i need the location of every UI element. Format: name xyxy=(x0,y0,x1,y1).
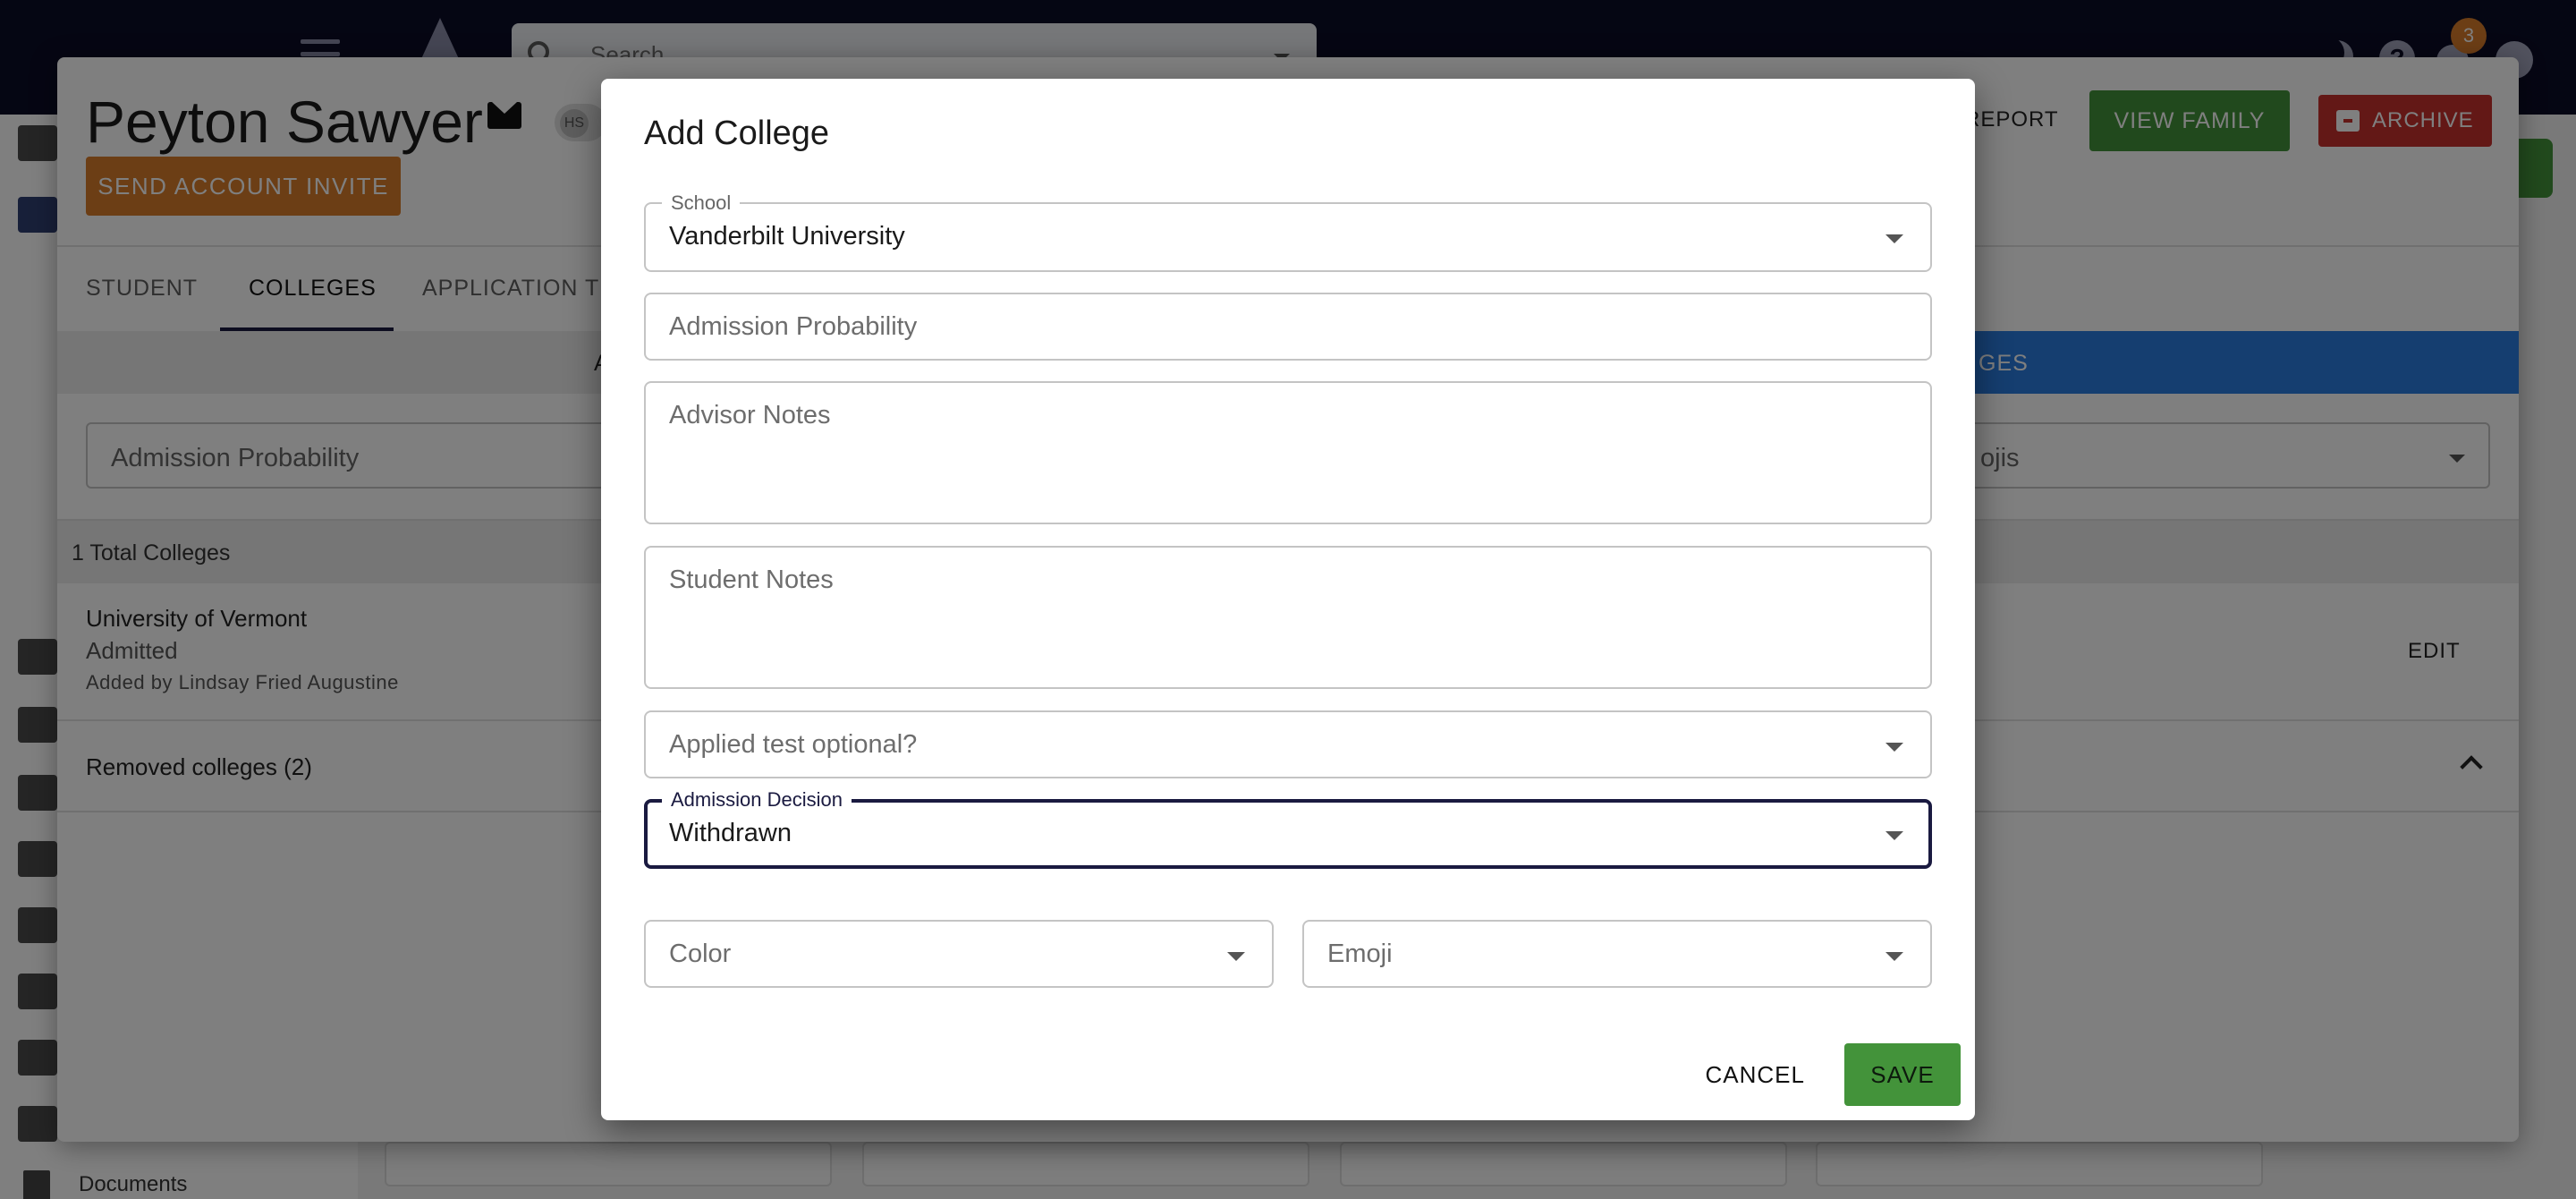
emoji-placeholder: Emoji xyxy=(1327,940,1393,968)
student-notes-placeholder: Student Notes xyxy=(669,565,834,594)
applied-test-optional-select[interactable]: Applied test optional? xyxy=(644,710,1932,778)
save-button[interactable]: SAVE xyxy=(1844,1043,1961,1106)
advisor-notes-field[interactable]: Advisor Notes xyxy=(644,381,1932,524)
chevron-down-icon xyxy=(1227,952,1245,961)
admission-probability-placeholder: Admission Probability xyxy=(669,312,918,341)
admission-decision-label: Admission Decision xyxy=(662,788,852,812)
applied-test-optional-placeholder: Applied test optional? xyxy=(669,730,918,759)
cancel-button[interactable]: CANCEL xyxy=(1690,1048,1821,1101)
school-value: Vanderbilt University xyxy=(669,222,905,251)
color-placeholder: Color xyxy=(669,940,732,968)
dialog-actions: CANCEL SAVE xyxy=(1690,1043,1961,1106)
chevron-down-icon xyxy=(1885,234,1903,243)
admission-probability-field[interactable]: Admission Probability xyxy=(644,293,1932,361)
chevron-down-icon xyxy=(1885,952,1903,961)
admission-decision-select[interactable]: Admission Decision Withdrawn xyxy=(644,788,1932,869)
advisor-notes-placeholder: Advisor Notes xyxy=(669,401,831,429)
school-select[interactable]: School Vanderbilt University xyxy=(644,191,1932,272)
dialog-title: Add College xyxy=(644,115,830,152)
student-notes-field[interactable]: Student Notes xyxy=(644,546,1932,689)
school-label: School xyxy=(662,191,741,215)
chevron-down-icon xyxy=(1885,743,1903,752)
color-select[interactable]: Color xyxy=(644,920,1274,988)
admission-decision-value: Withdrawn xyxy=(669,819,792,847)
chevron-down-icon xyxy=(1885,831,1903,840)
emoji-select[interactable]: Emoji xyxy=(1302,920,1932,988)
add-college-dialog: Add College School Vanderbilt University… xyxy=(601,79,1975,1120)
